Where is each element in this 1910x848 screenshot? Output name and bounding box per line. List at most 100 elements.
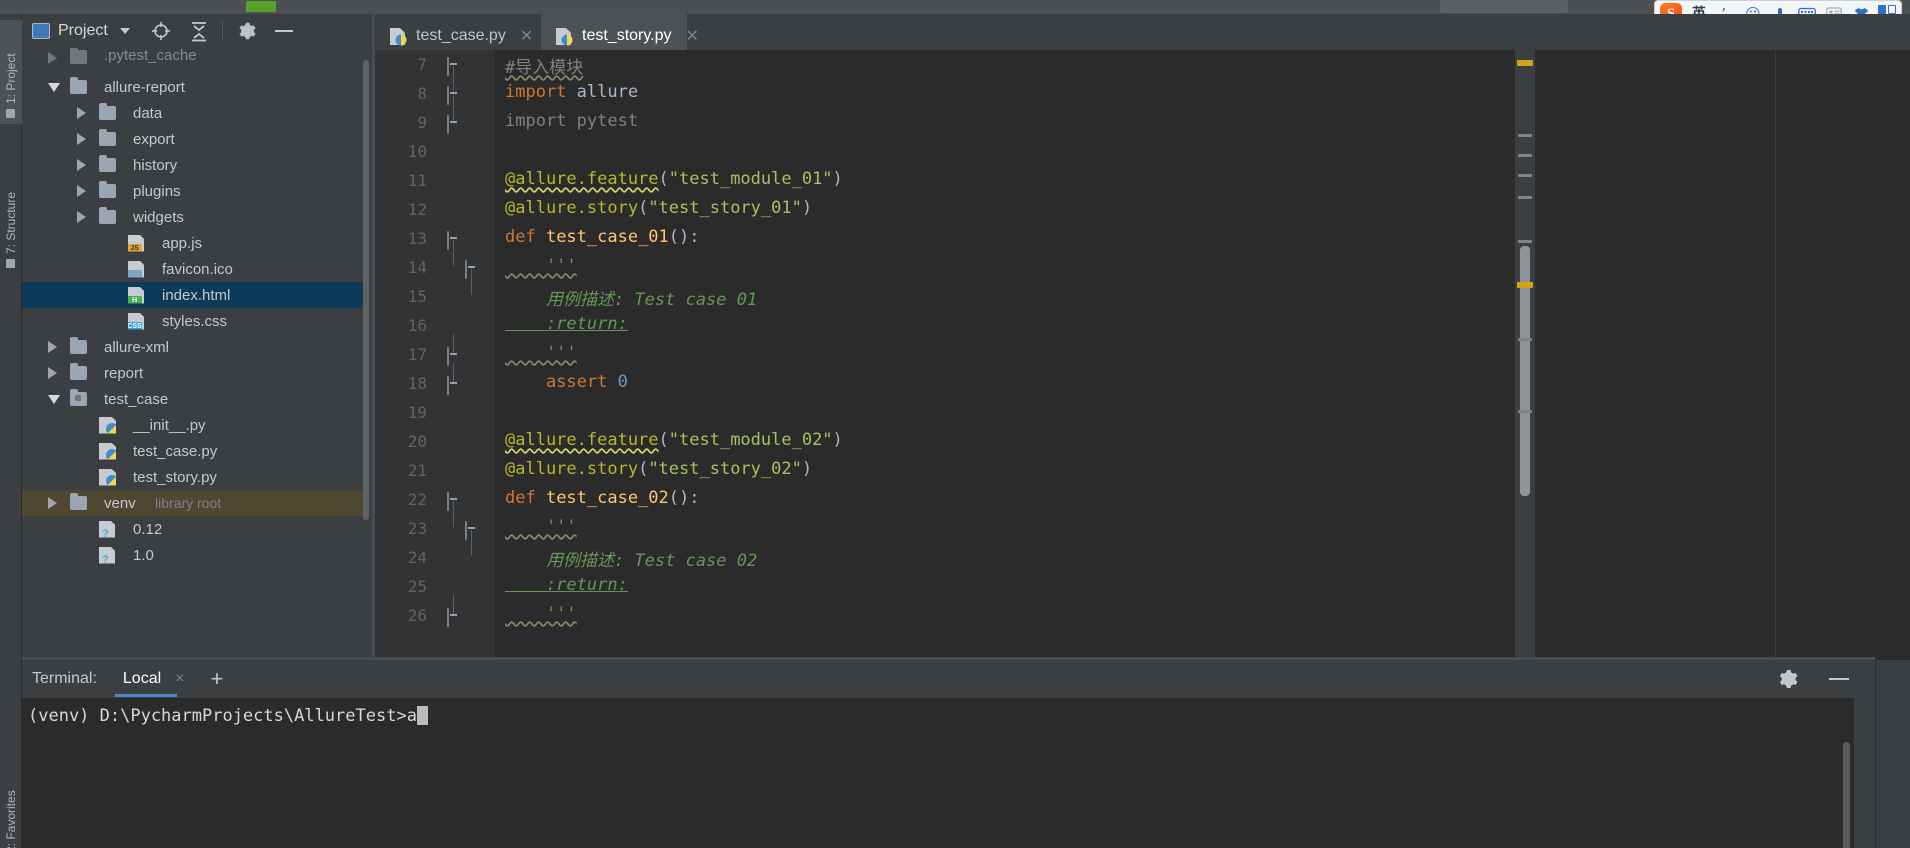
tree-twisty-collapsed-icon[interactable] — [77, 107, 86, 119]
tree-twisty-collapsed-icon[interactable] — [48, 367, 57, 379]
terminal-tab-local[interactable]: Local — [114, 662, 178, 697]
project-tree-scrollbar[interactable] — [363, 60, 369, 520]
tree-item-report[interactable]: report — [22, 360, 369, 386]
tree-item-export[interactable]: export — [22, 126, 369, 152]
code-fold-marker[interactable] — [447, 595, 460, 627]
code-line[interactable]: 19 — [375, 398, 1910, 427]
project-panel-header: Project — [22, 14, 375, 48]
close-tab-icon[interactable]: ✕ — [686, 26, 699, 46]
tree-twisty-collapsed-icon[interactable] — [77, 159, 86, 171]
tree-item-pytest-cache[interactable]: .pytest_cache — [22, 48, 369, 64]
tree-item-venv[interactable]: venv library root — [22, 490, 369, 516]
code-line[interactable]: 7 #导入模块 — [375, 50, 1910, 92]
code-token: @allure.feature — [505, 169, 659, 189]
project-tree[interactable]: .pytest_cache allure-report data export hist… — [22, 48, 369, 660]
code-line[interactable]: 8 import allure — [375, 79, 1910, 121]
new-terminal-tab-icon[interactable]: + — [211, 668, 224, 690]
code-line[interactable]: 18 assert 0 — [375, 363, 1910, 398]
terminal-output[interactable]: (venv) D:\PycharmProjects\AllureTest>a — [22, 698, 1854, 848]
code-line[interactable]: 11 @allure.feature("test_module_01") — [375, 166, 1910, 195]
tree-item-index-html[interactable]: Hindex.html — [22, 282, 369, 308]
tree-twisty-spacer — [77, 525, 86, 534]
line-number: 23 — [407, 519, 427, 538]
code-fold-marker[interactable] — [465, 521, 478, 556]
code-line[interactable]: 26 ''' — [375, 595, 1910, 630]
tree-item-label: test_case — [104, 390, 169, 408]
code-fold-marker[interactable] — [447, 492, 460, 527]
sidebar-tab-favorites[interactable]: 2: Favorites — [0, 749, 22, 848]
code-line[interactable]: 20 @allure.feature("test_module_02") — [375, 427, 1910, 456]
tree-item-data[interactable]: data — [22, 100, 369, 126]
tree-item-widgets[interactable]: widgets — [22, 204, 369, 230]
tree-item-styles-css[interactable]: CSS styles.css — [22, 308, 369, 334]
locate-file-button[interactable] — [148, 18, 174, 44]
hide-project-window-button[interactable] — [271, 18, 297, 44]
tree-item-allure-report[interactable]: allure-report — [22, 74, 369, 100]
code-fold-marker[interactable] — [465, 260, 478, 295]
code-line[interactable]: 24 用例描述: Test case 02 — [375, 543, 1910, 572]
tree-twisty-collapsed-icon[interactable] — [77, 133, 86, 145]
tree-item-plugins[interactable]: plugins — [22, 178, 369, 204]
tree-item-history[interactable]: history — [22, 152, 369, 178]
project-settings-button[interactable] — [233, 18, 259, 44]
desktop-top-strip — [0, 0, 1910, 14]
marker-warning[interactable] — [1517, 282, 1533, 288]
tree-twisty-spacer — [77, 447, 86, 456]
collapse-all-button[interactable] — [186, 18, 212, 44]
code-line[interactable]: 12 @allure.story("test_story_01") — [375, 195, 1910, 224]
tree-twisty-expanded-icon[interactable] — [48, 394, 60, 404]
terminal-settings-button[interactable] — [1775, 667, 1799, 691]
code-text: :return: — [505, 575, 628, 595]
code-line[interactable]: 13 def test_case_01(): — [375, 224, 1910, 266]
code-fold-marker[interactable] — [447, 334, 460, 366]
tree-twisty-collapsed-icon[interactable] — [48, 497, 57, 509]
code-line[interactable]: 22 def test_case_02(): — [375, 485, 1910, 527]
chevron-down-icon[interactable] — [119, 28, 130, 34]
tree-twisty-collapsed-icon[interactable] — [77, 185, 86, 197]
code-line[interactable]: 25 :return: — [375, 572, 1910, 601]
code-line[interactable]: 10 — [375, 137, 1910, 166]
editor-marker-bar[interactable] — [1515, 50, 1535, 660]
code-fold-marker[interactable] — [447, 231, 460, 266]
code-text: 用例描述: Test case 01 — [505, 285, 757, 310]
code-line[interactable]: 15 用例描述: Test case 01 — [375, 282, 1910, 311]
tree-twisty-expanded-icon[interactable] — [48, 82, 60, 92]
tree-twisty-collapsed-icon[interactable] — [48, 52, 57, 64]
tree-item-app-js[interactable]: 101 JS app.js — [22, 230, 369, 256]
sidebar-tab-structure[interactable]: 7: Structure — [0, 154, 22, 274]
code-fold-marker[interactable] — [447, 102, 460, 134]
folder-icon — [70, 363, 87, 380]
close-terminal-tab-icon[interactable]: × — [175, 670, 184, 688]
code-line[interactable]: 9 import pytest — [375, 102, 1910, 137]
tree-twisty-collapsed-icon[interactable] — [77, 211, 86, 223]
project-tab-icon — [6, 109, 16, 118]
terminal-scrollbar[interactable] — [1843, 742, 1850, 848]
code-line[interactable]: 16 :return: — [375, 311, 1910, 340]
tree-item-test-case-py[interactable]: test_case.py — [22, 438, 369, 464]
code-line[interactable]: 21 @allure.story("test_story_02") — [375, 456, 1910, 485]
tree-item-init-py[interactable]: __init__.py — [22, 412, 369, 438]
tree-item-allure-xml[interactable]: allure-xml — [22, 334, 369, 360]
marker-warning[interactable] — [1517, 60, 1533, 66]
tree-twisty-collapsed-icon[interactable] — [48, 341, 57, 353]
tree-item-1-0[interactable]: ? 1.0 — [22, 542, 369, 568]
code-token: @allure.story — [505, 459, 639, 479]
tree-item-test-case-dir[interactable]: test_case — [22, 386, 369, 412]
code-fold-marker[interactable] — [447, 57, 460, 92]
close-tab-icon[interactable]: ✕ — [520, 26, 533, 46]
tree-item-test-story-py[interactable]: test_story.py — [22, 464, 369, 490]
code-line[interactable]: 17 ''' — [375, 334, 1910, 369]
code-line[interactable]: 23 ''' — [375, 514, 1910, 556]
structure-tab-icon — [6, 259, 16, 268]
code-line[interactable]: 14 ''' — [375, 253, 1910, 295]
tree-item-label: test_case.py — [133, 442, 218, 460]
code-fold-marker[interactable] — [447, 363, 460, 395]
tree-item-0-12[interactable]: ? 0.12 — [22, 516, 369, 542]
terminal-hide-button[interactable] — [1825, 667, 1853, 691]
terminal-label: Terminal: — [32, 670, 97, 687]
code-fold-marker[interactable] — [447, 86, 460, 121]
sidebar-tab-project[interactable]: 1: Project — [0, 20, 22, 124]
code-editor[interactable]: 7 #导入模块 8 import allure 9 import pytest 10 11 @a… — [375, 50, 1910, 660]
line-number: 20 — [407, 432, 427, 451]
tree-item-favicon-ico[interactable]: favicon.ico — [22, 256, 369, 282]
